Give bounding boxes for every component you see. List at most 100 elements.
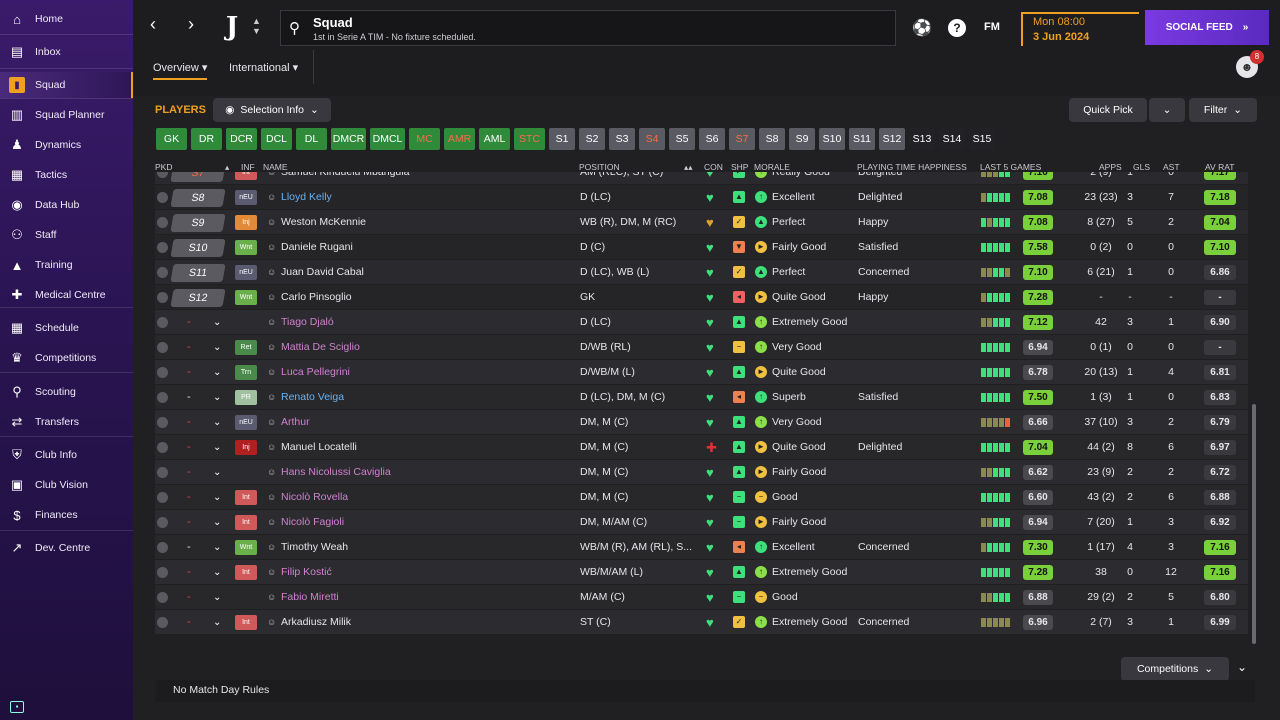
table-row[interactable]: - ⌄ Wnt ☺ Timothy Weah WB/M (R), AM (RL), S..… (155, 535, 1248, 560)
col-morale[interactable]: MORALE (754, 162, 790, 172)
squad-slot-select[interactable]: S7 (170, 172, 226, 182)
sidebar-item-scouting[interactable]: ⚲ Scouting (0, 379, 133, 405)
table-row[interactable]: - ⌄ Ret ☺ Mattia De Sciglio D/WB (RL) ♥ − ↑ Very … (155, 335, 1248, 360)
tab-international[interactable]: International ▾ (229, 61, 298, 74)
position-button-s8[interactable]: S8 (759, 128, 785, 150)
player-name[interactable]: Fabio Miretti (281, 585, 339, 610)
position-button-stc[interactable]: STC (514, 128, 545, 150)
player-name[interactable]: Timothy Weah (281, 535, 348, 560)
position-button-s5[interactable]: S5 (669, 128, 695, 150)
position-button-gk[interactable]: GK (156, 128, 187, 150)
position-button-s14[interactable]: S14 (939, 128, 965, 150)
sidebar-item-dev-centre[interactable]: ↗ Dev. Centre (0, 535, 133, 561)
player-name[interactable]: Arthur (281, 410, 310, 435)
pick-checkbox[interactable] (157, 367, 168, 378)
pick-checkbox[interactable] (157, 617, 168, 628)
filter-button[interactable]: Filter ⌄ (1189, 98, 1257, 122)
col-inf[interactable]: INF (241, 162, 255, 172)
chevron-down-icon[interactable]: ⌄ (213, 560, 221, 585)
table-row[interactable]: - ⌄ Trn ☺ Luca Pellegrini D/WB/M (L) ♥ ▲ ► Quite … (155, 360, 1248, 385)
table-row[interactable]: - ⌄ ☺ Fabio Miretti M/AM (C) ♥ − − Good 6.88 29 (2… (155, 585, 1248, 610)
table-row[interactable]: S8 nEU ☺ Lloyd Kelly D (LC) ♥ ▲ ↑ Excellent Delig… (155, 185, 1248, 210)
chevron-down-icon[interactable]: ⌄ (213, 335, 221, 360)
pick-checkbox[interactable] (157, 417, 168, 428)
table-row[interactable]: - ⌄ ☺ Tiago Djaló D (LC) ♥ ▲ ↑ Extremely Good 7.1… (155, 310, 1248, 335)
pick-checkbox[interactable] (157, 592, 168, 603)
search-bar[interactable]: ⚲ Squad 1st in Serie A TIM - No fixture … (280, 10, 896, 46)
position-button-s9[interactable]: S9 (789, 128, 815, 150)
position-button-dl[interactable]: DL (296, 128, 327, 150)
social-feed-button[interactable]: SOCIAL FEED » (1145, 10, 1269, 45)
screen-icon[interactable]: ▪ (10, 701, 24, 713)
player-name[interactable]: Weston McKennie (281, 210, 366, 235)
table-row[interactable]: - ⌄ nEU ☺ Arthur DM, M (C) ♥ ▲ ↑ Very Good 6.66 37 … (155, 410, 1248, 435)
pick-checkbox[interactable] (157, 542, 168, 553)
table-row[interactable]: S10 Wnt ☺ Daniele Rugani D (C) ♥ ▼ ► Fairly Good… (155, 235, 1248, 260)
table-row[interactable]: - ⌄ PR ☺ Renato Veiga D (LC), DM, M (C) ♥ ◂ ↑ Sup… (155, 385, 1248, 410)
pick-checkbox[interactable] (157, 292, 168, 303)
position-button-s12[interactable]: S12 (879, 128, 905, 150)
selection-info-button[interactable]: ◉ Selection Info ⌄ (213, 98, 331, 122)
sidebar-item-squad[interactable]: ▮ Squad (0, 72, 133, 98)
quick-pick-dropdown[interactable]: ⌄ (1149, 98, 1185, 122)
col-con[interactable]: CON (704, 162, 723, 172)
table-row[interactable]: - ⌄ Int ☺ Arkadiusz Milik ST (C) ♥ ✓ ↑ Extremely … (155, 610, 1248, 635)
player-name[interactable]: Hans Nicolussi Caviglia (281, 460, 391, 485)
chevron-down-icon[interactable]: ⌄ (213, 410, 221, 435)
sidebar-item-club-vision[interactable]: ▣ Club Vision (0, 472, 133, 498)
chevron-down-icon[interactable]: ⌄ (213, 385, 221, 410)
player-name[interactable]: Daniele Rugani (281, 235, 353, 260)
position-button-dcl[interactable]: DCL (261, 128, 292, 150)
chevron-down-icon[interactable]: ⌄ (213, 310, 221, 335)
player-name[interactable]: Renato Veiga (281, 385, 344, 410)
pick-checkbox[interactable] (157, 492, 168, 503)
club-crest-icon[interactable]: J (219, 12, 245, 42)
col-avrat[interactable]: AV RAT (1205, 162, 1234, 172)
col-gls[interactable]: GLS (1133, 162, 1150, 172)
game-date[interactable]: Mon 08:00 3 Jun 2024 (1021, 12, 1139, 46)
player-name[interactable]: Lloyd Kelly (281, 185, 332, 210)
position-button-dmcl[interactable]: DMCL (370, 128, 405, 150)
table-row[interactable]: - ⌄ ☺ Hans Nicolussi Caviglia DM, M (C) ♥ ▲ ► Fa… (155, 460, 1248, 485)
squad-slot-select[interactable]: S9 (170, 214, 226, 232)
col-position[interactable]: POSITION (579, 162, 620, 172)
pick-checkbox[interactable] (157, 392, 168, 403)
squad-slot-select[interactable]: S12 (170, 289, 226, 307)
table-row[interactable]: - ⌄ Int ☺ Nicolò Fagioli DM, M/AM (C) ♥ − ► Fairl… (155, 510, 1248, 535)
position-button-s2[interactable]: S2 (579, 128, 605, 150)
player-name[interactable]: Mattia De Sciglio (281, 335, 360, 360)
chevron-down-icon[interactable]: ⌄ (213, 485, 221, 510)
pick-checkbox[interactable] (157, 467, 168, 478)
sidebar-item-tactics[interactable]: ▦ Tactics (0, 162, 133, 188)
quick-pick-button[interactable]: Quick Pick (1069, 98, 1147, 122)
position-button-s7[interactable]: S7 (729, 128, 755, 150)
fm-menu-icon[interactable]: FM (984, 21, 1000, 33)
position-button-mc[interactable]: MC (409, 128, 440, 150)
col-apps[interactable]: APPS (1099, 162, 1122, 172)
pick-checkbox[interactable] (157, 517, 168, 528)
competitions-dropdown[interactable]: Competitions ⌄ (1121, 657, 1229, 681)
chevron-down-icon[interactable]: ⌄ (213, 435, 221, 460)
player-name[interactable]: Nicolò Rovella (281, 485, 348, 510)
col-pkd[interactable]: PKD (155, 162, 172, 172)
position-button-amr[interactable]: AMR (444, 128, 475, 150)
sidebar-item-inbox[interactable]: ▤ Inbox (0, 39, 133, 65)
sidebar-item-data-hub[interactable]: ◉ Data Hub (0, 192, 133, 218)
table-scrollbar[interactable] (1252, 404, 1256, 644)
pick-checkbox[interactable] (157, 217, 168, 228)
position-button-dr[interactable]: DR (191, 128, 222, 150)
player-name[interactable]: Nicolò Fagioli (281, 510, 344, 535)
player-name[interactable]: Filip Kostić (281, 560, 332, 585)
table-row[interactable]: - ⌄ Inj ☺ Manuel Locatelli DM, M (C) ✚ ▲ ► Quite … (155, 435, 1248, 460)
pick-checkbox[interactable] (157, 242, 168, 253)
position-button-s1[interactable]: S1 (549, 128, 575, 150)
table-row[interactable]: - ⌄ Int ☺ Filip Kostić WB/M/AM (L) ♥ ▲ ↑ Extremel… (155, 560, 1248, 585)
squad-slot-select[interactable]: S8 (170, 189, 226, 207)
chevron-down-icon[interactable]: ⌄ (213, 510, 221, 535)
chevron-down-icon[interactable]: ⌄ (213, 610, 221, 635)
position-button-dcr[interactable]: DCR (226, 128, 257, 150)
table-row[interactable]: S9 Inj ☺ Weston McKennie WB (R), DM, M (RC) ♥… (155, 210, 1248, 235)
position-button-s13[interactable]: S13 (909, 128, 935, 150)
position-button-s6[interactable]: S6 (699, 128, 725, 150)
position-button-s4[interactable]: S4 (639, 128, 665, 150)
